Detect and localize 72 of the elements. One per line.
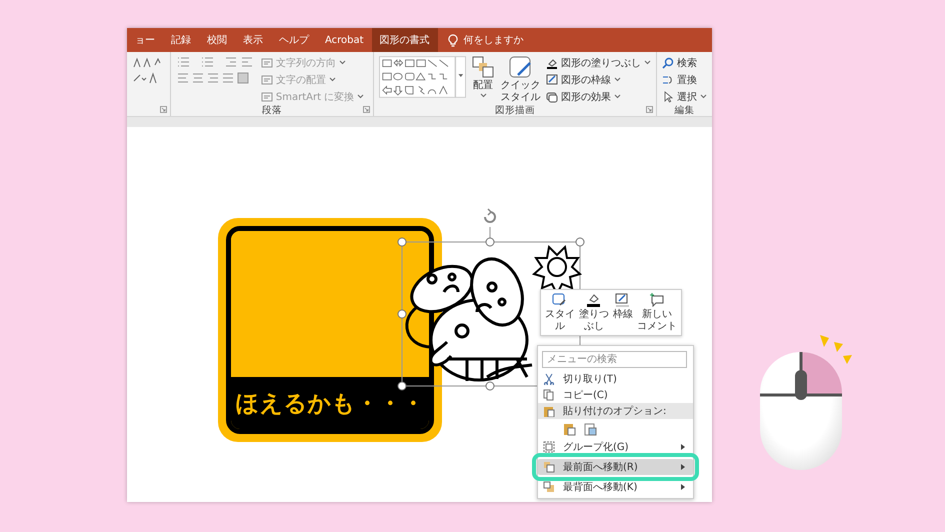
replace-icon [662,74,674,86]
caret-icon [614,94,621,99]
quick-style-icon [508,55,534,79]
menu-item[interactable]: 最背面へ移動(K) [538,479,693,495]
smartart-icon [260,90,273,102]
align-text-icon [260,74,273,86]
ribbon-tab[interactable]: ョー [127,28,163,52]
scissors-icon [543,373,555,385]
paste-picture-icon[interactable] [584,422,597,436]
toolbar-button[interactable]: スタイ ル [545,293,575,332]
sign-text: ほえるかも・・・ [236,390,424,418]
menu-item[interactable]: コピー(C) [538,387,693,403]
ribbon-tab[interactable]: Acrobat [317,28,372,52]
ribbon-tab[interactable]: 表示 [235,28,271,52]
style-icon [552,293,568,307]
menu-search-field[interactable]: メニューの検索 [542,351,687,368]
caret-icon [357,94,364,99]
paint-bucket-icon [546,56,558,68]
ribbon-tab[interactable]: 図形の書式 [372,28,438,52]
arrange-button[interactable]: 配置 [473,80,493,92]
caret-icon [644,60,651,65]
command-button[interactable]: 選択 [677,90,697,104]
command-button[interactable]: 検索 [677,56,697,70]
lightbulb-icon[interactable] [448,34,458,46]
toolbar-button[interactable]: 新しい コメント [637,293,677,332]
ribbon-tab[interactable]: ヘルプ [271,28,317,52]
shape-effects-icon [546,90,558,102]
text-direction-icon [260,56,273,68]
submenu-arrow-icon [681,464,685,470]
caret-icon [480,92,486,98]
dialog-launcher-icon[interactable] [363,106,370,113]
dialog-launcher-icon[interactable] [646,106,653,113]
ribbon-tab[interactable]: 校閲 [199,28,235,52]
paint-bucket-icon [586,293,602,307]
menu-section-header: 貼り付けのオプション: [563,404,666,418]
group-label: 段落 [260,104,283,117]
quick-style-button[interactable]: クイックスタイル [500,80,541,103]
group-label: 編集 [674,104,696,117]
submenu-arrow-icon [681,484,685,490]
click-marks-icon [820,335,852,364]
toolbar-button[interactable]: 塗りつ ぶし [579,293,609,332]
rotate-handle-icon[interactable] [484,208,496,223]
caret-icon [700,94,707,99]
caret-icon [614,77,621,82]
bring-front-icon [543,461,555,473]
dialog-launcher-icon[interactable] [160,106,167,113]
command-button[interactable]: 置換 [677,72,697,86]
paste-icon[interactable] [563,422,576,436]
tell-me-search[interactable]: 何をしますか [464,33,524,47]
pen-outline-icon [546,74,558,86]
toolbar-button[interactable]: 枠線 [613,293,633,332]
comment-icon [649,293,665,307]
caret-icon [338,60,346,65]
group-label: 図形描画 [494,104,536,117]
caret-icon [328,77,336,82]
pen-outline-icon [615,293,631,307]
command-button[interactable]: 図形の塗りつぶし [561,56,641,70]
menu-item[interactable]: 切り取り(T) [538,371,693,387]
menu-item[interactable]: 最前面へ移動(R) [538,459,693,475]
command-button[interactable]: 図形の効果 [561,90,611,104]
search-icon [662,56,674,68]
cursor-icon [662,90,674,102]
submenu-arrow-icon [681,444,685,450]
arrange-icon [471,55,495,79]
ribbon-tab[interactable]: 記録 [163,28,199,52]
clipboard-icon [543,405,555,417]
send-back-icon [543,481,555,493]
copy-icon [543,389,555,401]
menu-item[interactable]: グループ化(G) [538,439,693,455]
shape-gallery[interactable] [379,55,466,99]
group-icon [543,441,555,453]
command-button[interactable]: 図形の枠線 [561,72,611,86]
